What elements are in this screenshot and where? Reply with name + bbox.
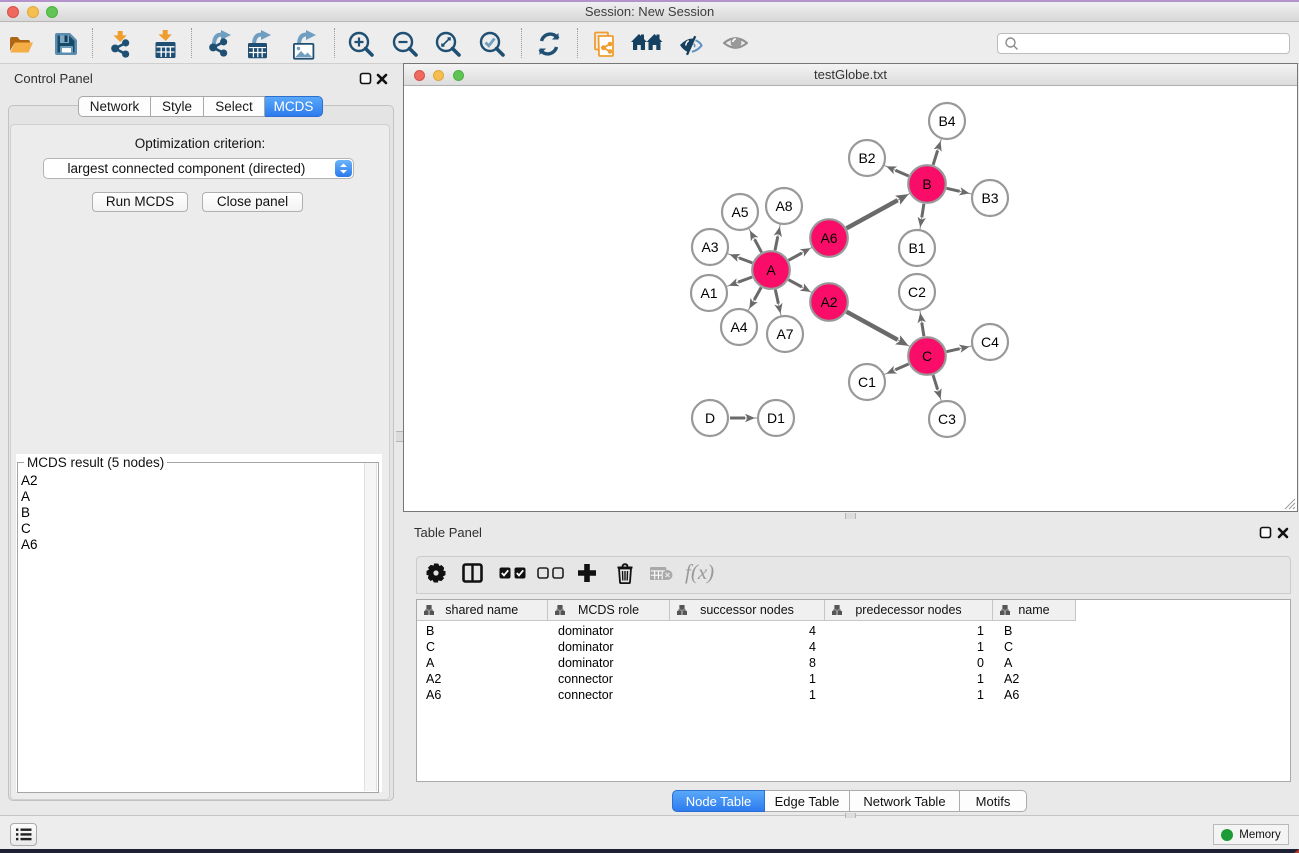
svg-text:A4: A4 xyxy=(730,319,747,335)
svg-text:D: D xyxy=(705,410,715,426)
svg-text:A3: A3 xyxy=(701,239,718,255)
svg-text:B3: B3 xyxy=(981,190,998,206)
svg-text:C: C xyxy=(922,348,932,364)
svg-text:C3: C3 xyxy=(938,411,956,427)
svg-text:A6: A6 xyxy=(820,230,837,246)
svg-text:A5: A5 xyxy=(731,204,748,220)
svg-text:B2: B2 xyxy=(858,150,875,166)
svg-text:C4: C4 xyxy=(981,334,999,350)
svg-text:A7: A7 xyxy=(776,326,793,342)
svg-text:A8: A8 xyxy=(775,198,792,214)
svg-text:B4: B4 xyxy=(938,113,955,129)
svg-text:C2: C2 xyxy=(908,284,926,300)
svg-text:A: A xyxy=(766,262,776,278)
svg-text:A1: A1 xyxy=(700,285,717,301)
svg-text:B: B xyxy=(922,176,931,192)
svg-text:C1: C1 xyxy=(858,374,876,390)
svg-text:D1: D1 xyxy=(767,410,785,426)
svg-text:A2: A2 xyxy=(820,294,837,310)
svg-text:B1: B1 xyxy=(908,240,925,256)
